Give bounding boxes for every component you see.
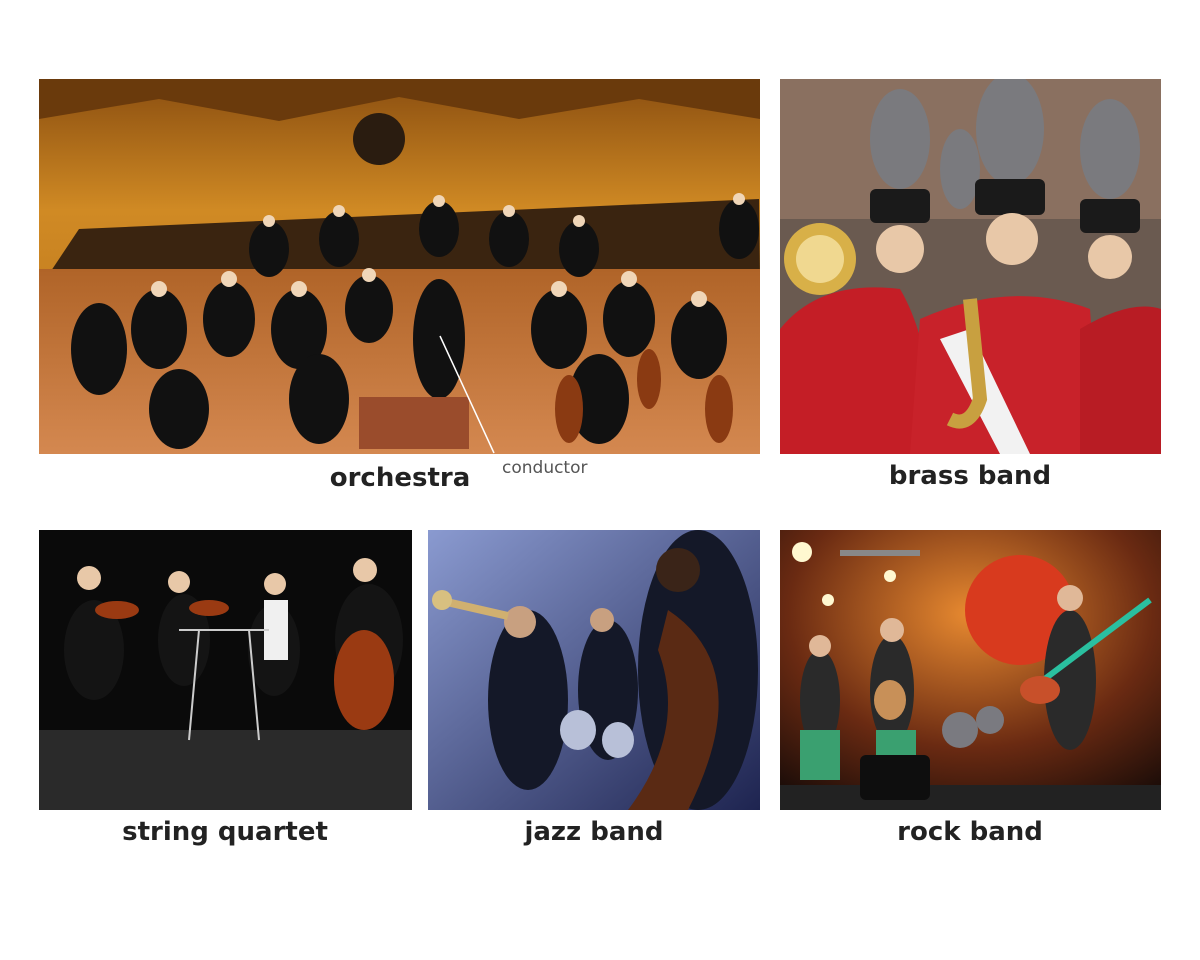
rock-band-photo	[780, 530, 1161, 810]
jazz-band-photo	[428, 530, 760, 810]
jazz-band-caption: jazz band	[524, 817, 664, 847]
string-quartet-caption: string quartet	[122, 817, 328, 847]
brass-band-photo	[780, 79, 1161, 454]
brass-band-caption: brass band	[888, 461, 1052, 491]
conductor-label: conductor	[502, 458, 588, 478]
string-quartet-photo	[39, 530, 412, 810]
rock-band-caption: rock band	[897, 817, 1043, 847]
orchestra-photo	[39, 79, 760, 454]
orchestra-caption: orchestra	[329, 463, 471, 493]
